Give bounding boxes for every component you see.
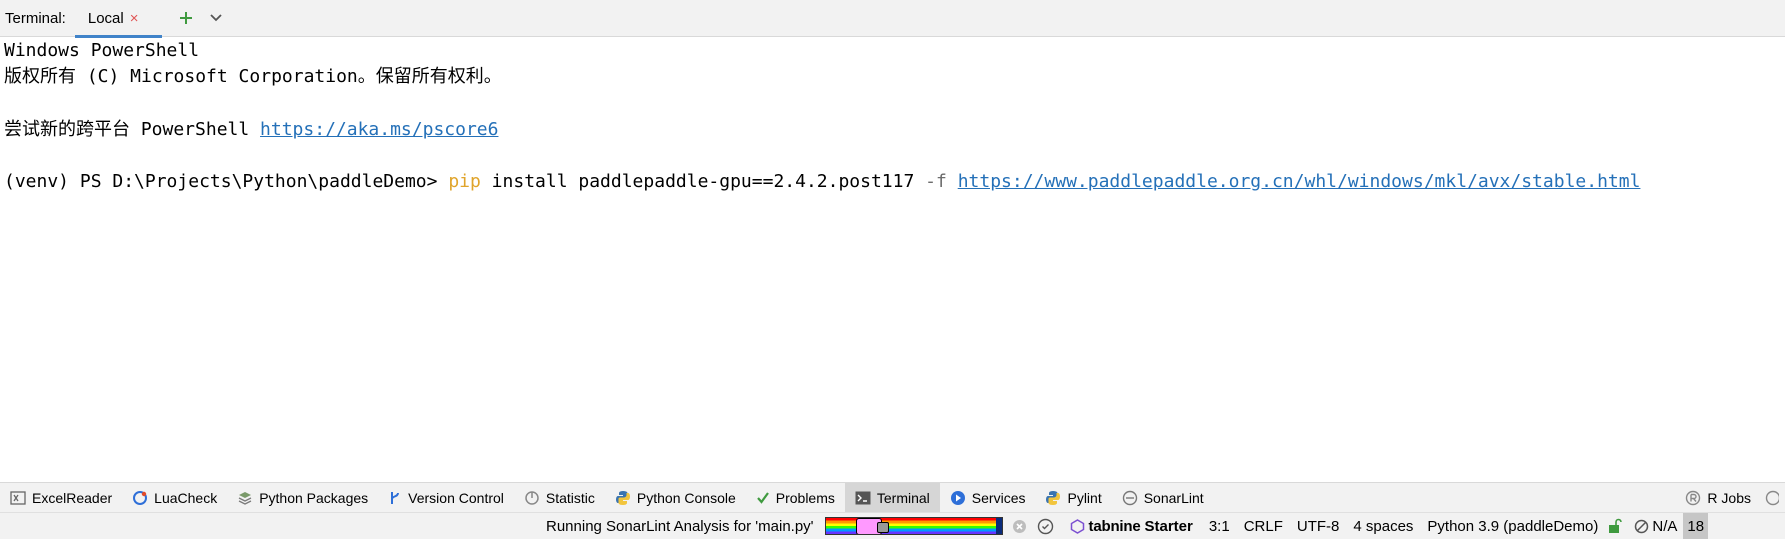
sonarlint-icon	[1122, 490, 1137, 505]
tabnine-brand: tabnine	[1088, 517, 1141, 535]
tab-local[interactable]: Local ×	[74, 0, 162, 38]
tool-label: Python Packages	[259, 489, 369, 506]
cmd-pip: pip	[448, 171, 481, 192]
no-entry-icon[interactable]	[1634, 519, 1649, 534]
file-encoding[interactable]: UTF-8	[1297, 518, 1340, 535]
tool-pylint[interactable]: Pylint	[1035, 483, 1111, 513]
luacheck-icon	[133, 490, 148, 505]
progress-bar[interactable]	[824, 517, 1003, 535]
tabnine-plan: Starter	[1144, 517, 1193, 535]
terminal-title: Terminal:	[5, 9, 66, 27]
paddle-link[interactable]: https://www.paddlepaddle.org.cn/whl/wind…	[958, 171, 1641, 192]
terminal-line: 版权所有 (C) Microsoft Corporation。保留所有权利。	[4, 66, 502, 87]
excel-icon	[10, 490, 26, 505]
tool-luacheck[interactable]: LuaCheck	[122, 483, 227, 513]
tabnine-widget[interactable]: tabnine Starter	[1070, 518, 1193, 535]
terminal-line: Windows PowerShell	[4, 40, 200, 61]
terminal-output[interactable]: Windows PowerShell 版权所有 (C) Microsoft Co…	[0, 38, 1785, 476]
pscore-link[interactable]: https://aka.ms/pscore6	[260, 119, 498, 140]
tool-services[interactable]: Services	[940, 483, 1036, 513]
tool-label: Statistic	[545, 489, 595, 506]
nyan-cat-icon	[855, 518, 889, 534]
tool-label: Services	[971, 489, 1026, 506]
tool-label: Version Control	[408, 489, 504, 506]
memory-indicator[interactable]: 18	[1683, 512, 1709, 539]
tool-sonarlint[interactable]: SonarLint	[1112, 483, 1214, 513]
tool-label: SonarLint	[1143, 489, 1204, 506]
tool-terminal[interactable]: Terminal	[844, 482, 940, 513]
tool-python-console[interactable]: Python Console	[605, 483, 746, 513]
cmd-args: install paddlepaddle-gpu==2.4.2.post117	[480, 171, 926, 192]
tool-problems[interactable]: Problems	[746, 483, 845, 513]
tool-window-bar: ExcelReader LuaCheck Python Packages Ver…	[0, 482, 1785, 513]
tool-label: Python Console	[636, 489, 736, 506]
tool-statistic[interactable]: Statistic	[514, 483, 605, 513]
lock-open-icon[interactable]	[1608, 518, 1623, 534]
background-task-text[interactable]: Running SonarLint Analysis for 'main.py'	[546, 518, 814, 535]
cmd-flag: -f	[925, 171, 947, 192]
status-bar: Running SonarLint Analysis for 'main.py'…	[0, 512, 1785, 539]
services-play-icon	[950, 490, 965, 505]
layers-icon	[238, 491, 252, 505]
tool-r-icon-clipped[interactable]	[1761, 483, 1785, 513]
tabnine-icon	[1070, 518, 1084, 534]
caret-position[interactable]: 3:1	[1209, 518, 1230, 535]
new-tab-plus-icon[interactable]	[176, 8, 196, 28]
python-icon	[615, 490, 630, 505]
tool-version-control[interactable]: Version Control	[378, 483, 514, 513]
indent-setting[interactable]: 4 spaces	[1353, 518, 1413, 535]
python-interpreter[interactable]: Python 3.9 (paddleDemo)	[1427, 518, 1598, 535]
branch-icon	[391, 491, 400, 504]
tool-label: ExcelReader	[32, 489, 113, 506]
tab-close-icon[interactable]: ×	[130, 10, 139, 27]
terminal-text: 尝试新的跨平台 PowerShell	[4, 119, 261, 140]
tool-label: Terminal	[876, 489, 930, 506]
r-icon	[1765, 490, 1779, 505]
terminal-line: 尝试新的跨平台 PowerShell https://aka.ms/pscore…	[4, 117, 498, 143]
pylint-icon	[1046, 490, 1061, 505]
pie-chart-icon	[525, 490, 539, 505]
terminal-icon	[855, 491, 871, 504]
tool-label: Problems	[775, 489, 835, 506]
checkmark-icon	[756, 491, 769, 504]
command-line: (venv) PS D:\Projects\Python\paddleDemo>…	[4, 169, 1640, 195]
na-status[interactable]: N/A	[1652, 518, 1677, 535]
tool-label: LuaCheck	[154, 489, 218, 506]
tool-label: Pylint	[1067, 489, 1102, 506]
progress-remaining	[996, 518, 1002, 534]
check-circle-icon[interactable]	[1037, 518, 1054, 535]
terminal-header: Terminal: Local ×	[0, 0, 1785, 38]
r-jobs-icon	[1686, 490, 1701, 505]
tool-python-packages[interactable]: Python Packages	[227, 483, 378, 513]
tab-local-label: Local	[87, 9, 124, 27]
prompt: (venv) PS D:\Projects\Python\paddleDemo>	[4, 171, 449, 192]
chevron-down-icon[interactable]	[206, 8, 226, 28]
line-separator[interactable]: CRLF	[1244, 518, 1283, 535]
tool-r-jobs[interactable]: R Jobs	[1675, 483, 1761, 513]
tool-excelreader[interactable]: ExcelReader	[0, 483, 122, 513]
tool-label: R Jobs	[1707, 489, 1751, 506]
cancel-task-icon[interactable]	[1012, 519, 1027, 534]
